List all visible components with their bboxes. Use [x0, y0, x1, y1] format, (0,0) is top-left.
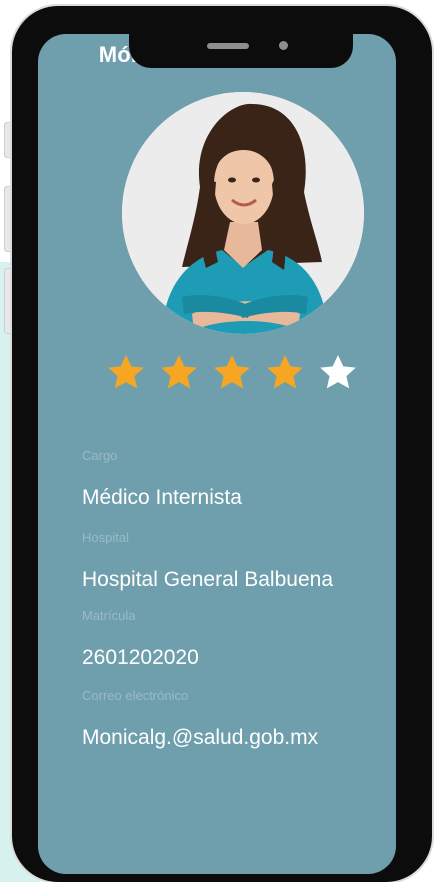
- field-value-hospital: Hospital General Balbuena: [82, 568, 333, 591]
- camera-icon: [279, 41, 288, 50]
- field-label-matricula: Matrícula: [82, 608, 136, 623]
- star-empty-icon: [316, 351, 360, 395]
- field-value-matricula: 2601202020: [82, 646, 199, 669]
- phone-frame: Mónica Latorre García: [12, 6, 432, 882]
- field-value-cargo: Médico Internista: [82, 486, 242, 509]
- star-filled-icon: [157, 351, 201, 395]
- phone-notch: [129, 32, 353, 68]
- field-label-cargo: Cargo: [82, 448, 118, 463]
- star-filled-icon: [210, 351, 254, 395]
- field-label-correo: Correo electrónico: [82, 688, 189, 703]
- speaker-icon: [207, 43, 249, 49]
- avatar: [122, 92, 364, 334]
- star-rating: [104, 351, 360, 395]
- field-label-hospital: Hospital: [82, 530, 129, 545]
- star-filled-icon: [104, 351, 148, 395]
- profile-screen: Mónica Latorre García: [38, 34, 396, 874]
- doctor-photo-illustration: [122, 92, 364, 334]
- star-filled-icon: [263, 351, 307, 395]
- field-value-correo: Monicalg.@salud.gob.mx: [82, 726, 319, 749]
